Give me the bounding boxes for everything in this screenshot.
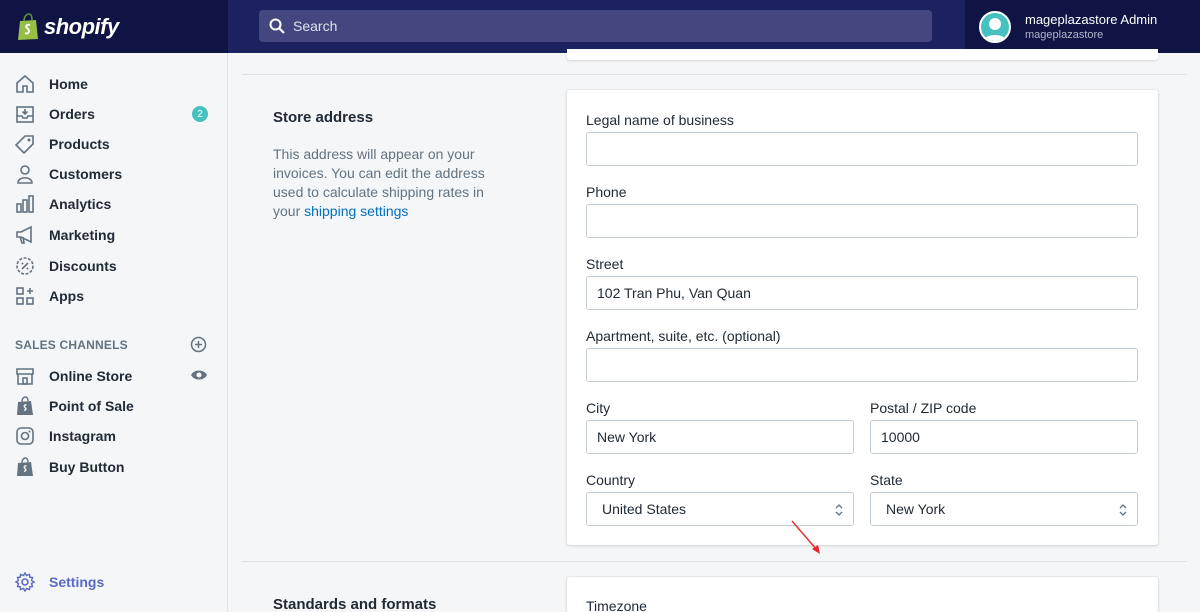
store-address-title: Store address (273, 109, 374, 126)
sidebar: Home Orders 2 Products Customers Analyti… (0, 53, 228, 612)
phone-field[interactable] (586, 204, 1138, 238)
orders-icon (15, 104, 35, 124)
add-channel-icon[interactable] (190, 336, 207, 353)
home-icon (15, 74, 35, 94)
sidebar-item-orders[interactable]: Orders 2 (0, 99, 228, 129)
main-content: Store address This address will appear o… (228, 49, 1200, 612)
phone-label: Phone (586, 184, 627, 200)
bar-chart-icon (15, 194, 35, 214)
sidebar-item-settings[interactable]: Settings (0, 567, 228, 597)
orders-badge: 2 (192, 106, 208, 122)
sidebar-item-apps[interactable]: Apps (0, 281, 228, 311)
previous-card (567, 49, 1158, 60)
apartment-field[interactable] (586, 348, 1138, 382)
account-store: mageplazastore (1025, 29, 1104, 41)
sidebar-item-analytics[interactable]: Analytics (0, 189, 228, 219)
sidebar-item-customers[interactable]: Customers (0, 159, 228, 189)
shopify-bag-icon (15, 396, 35, 416)
select-caret-icon (1119, 504, 1127, 516)
search-input[interactable]: Search (293, 18, 337, 34)
apps-icon (15, 286, 35, 306)
sidebar-item-home[interactable]: Home (0, 69, 228, 99)
eye-icon[interactable] (190, 368, 208, 382)
store-address-description: This address will appear on your invoice… (273, 146, 485, 219)
account-name: mageplazastore Admin (1025, 12, 1158, 27)
brand-name: shopify (44, 13, 119, 39)
sidebar-item-marketing[interactable]: Marketing (0, 220, 228, 250)
avatar (979, 10, 1011, 43)
user-avatar-icon (984, 17, 1006, 41)
shopify-bag-icon (15, 457, 35, 477)
top-bar: shopify Search mageplazastore Admin mage… (0, 0, 1200, 53)
timezone-label: Timezone (586, 598, 647, 612)
state-label: State (870, 472, 903, 488)
section-divider (242, 74, 1187, 75)
postal-field[interactable]: 10000 (870, 420, 1138, 454)
city-label: City (586, 400, 611, 416)
legal-name-field[interactable] (586, 132, 1138, 166)
sidebar-item-products[interactable]: Products (0, 129, 228, 159)
brand-logo[interactable]: shopify (0, 0, 228, 53)
shopify-bag-icon (18, 12, 38, 40)
instagram-icon (15, 426, 35, 446)
sidebar-item-discounts[interactable]: Discounts (0, 251, 228, 281)
megaphone-icon (15, 225, 35, 245)
standards-card: Timezone (567, 577, 1158, 612)
tag-icon (15, 134, 35, 154)
sales-channels-heading: SALES CHANNELS (15, 338, 128, 352)
search-icon (269, 18, 285, 34)
gear-icon (15, 572, 35, 592)
select-caret-icon (835, 504, 843, 516)
shipping-settings-link[interactable]: shipping settings (304, 203, 408, 219)
street-field[interactable]: 102 Tran Phu, Van Quan (586, 276, 1138, 310)
discount-icon (15, 256, 35, 276)
search-bar[interactable]: Search (259, 10, 932, 42)
street-label: Street (586, 256, 624, 272)
store-address-card: Legal name of business Phone Street 102 … (567, 90, 1158, 545)
sidebar-item-point-of-sale[interactable]: Point of Sale (0, 391, 228, 421)
state-select[interactable]: New York (870, 492, 1138, 526)
section-divider (242, 561, 1187, 562)
annotation-arrow (791, 520, 820, 554)
country-label: Country (586, 472, 636, 488)
postal-label: Postal / ZIP code (870, 400, 977, 416)
legal-name-label: Legal name of business (586, 112, 734, 128)
person-icon (15, 164, 35, 184)
sidebar-item-buy-button[interactable]: Buy Button (0, 452, 228, 482)
account-menu[interactable]: mageplazastore Admin mageplazastore (965, 0, 1200, 53)
apartment-label: Apartment, suite, etc. (optional) (586, 328, 781, 344)
store-icon (15, 366, 35, 386)
standards-title: Standards and formats (273, 596, 437, 612)
sidebar-item-instagram[interactable]: Instagram (0, 421, 228, 451)
city-field[interactable]: New York (586, 420, 854, 454)
